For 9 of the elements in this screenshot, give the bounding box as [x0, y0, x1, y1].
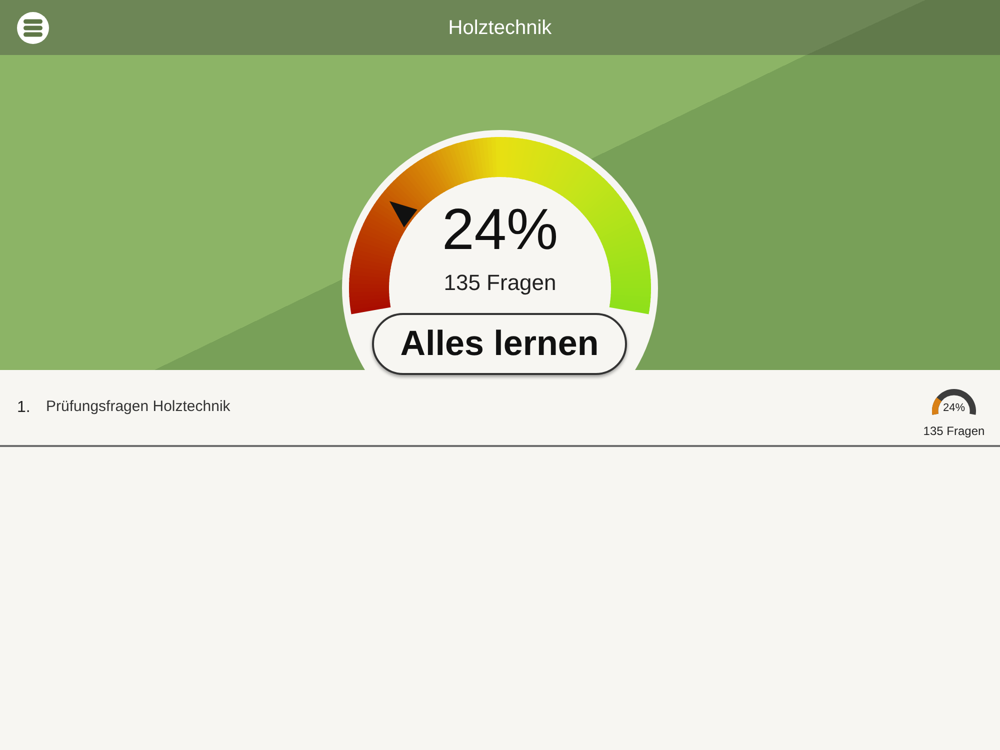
- question-count: 135 Fragen: [444, 272, 556, 294]
- question-count: 135 Fragen: [923, 425, 985, 437]
- learn-all-button[interactable]: Alles lernen: [372, 313, 627, 375]
- topic-title: Prüfungsfragen Holztechnik: [46, 397, 232, 418]
- progress-percent: 24%: [442, 201, 558, 259]
- app-title: Holztechnik: [448, 16, 552, 40]
- menu-button[interactable]: [17, 12, 49, 44]
- progress-percent: 24%: [942, 403, 966, 414]
- item-number: 1.: [17, 398, 32, 418]
